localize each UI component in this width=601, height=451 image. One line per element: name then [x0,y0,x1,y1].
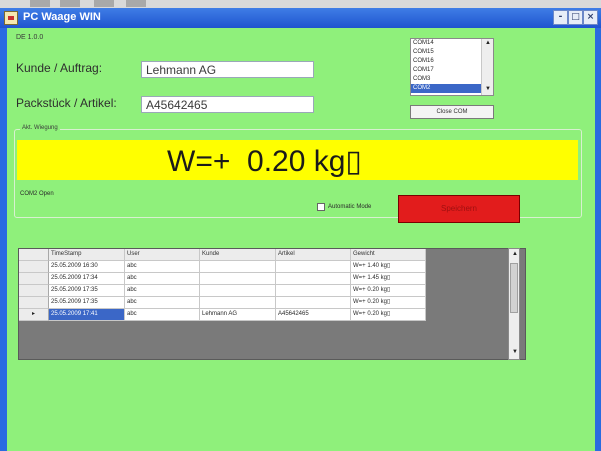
automatic-mode-checkbox[interactable] [317,203,325,211]
customer-input[interactable]: Lehmann AG [141,61,314,78]
cell-user[interactable]: abc [125,297,200,309]
cell-artikel[interactable] [276,285,351,297]
com-list-scrollbar[interactable]: ▲ ▼ [481,39,493,95]
version-label: DE 1.0.0 [16,34,44,41]
row-header[interactable] [19,261,49,273]
window-frame-left [0,28,7,451]
cell-artikel[interactable]: A45642465 [276,309,351,321]
row-header-corner [19,249,49,261]
cell-gewicht[interactable]: W=+ 0.20 kg▯ [351,309,426,321]
table-scrollbar[interactable]: ▲ ▼ [508,248,520,360]
maximize-button[interactable]: □ [568,10,583,25]
weighing-history-table[interactable]: TimeStamp User Kunde Artikel Gewicht 25.… [18,248,526,360]
row-header[interactable] [19,273,49,285]
scroll-down-icon[interactable]: ▼ [512,349,518,355]
cell-user[interactable]: abc [125,285,200,297]
cell-artikel[interactable] [276,261,351,273]
title-bar[interactable]: PC Waage WIN - □ × [0,8,601,28]
window-title: PC Waage WIN [23,11,101,23]
column-header-gewicht[interactable]: Gewicht [351,249,426,261]
row-header[interactable] [19,297,49,309]
cell-gewicht[interactable]: W=+ 0.20 kg▯ [351,297,426,309]
cell-gewicht[interactable]: W=+ 1.45 kg▯ [351,273,426,285]
cell-artikel[interactable] [276,273,351,285]
cell-kunde[interactable]: Lehmann AG [200,309,276,321]
scroll-down-icon[interactable]: ▼ [485,86,491,93]
save-button[interactable]: Speichern [398,195,520,223]
row-header[interactable] [19,285,49,297]
cell-kunde[interactable] [200,261,276,273]
cell-kunde[interactable] [200,297,276,309]
cell-kunde[interactable] [200,285,276,297]
cell-timestamp[interactable]: 25.05.2009 17:34 [49,273,125,285]
weight-reading: W=+ 0.20 kg▯ [167,145,362,178]
scale-app-icon [4,11,18,25]
connection-status: COM2 Open [20,191,54,197]
cell-user[interactable]: abc [125,273,200,285]
client-area [7,28,595,451]
cell-gewicht[interactable]: W=+ 0.20 kg▯ [351,285,426,297]
scroll-up-icon[interactable]: ▲ [485,40,491,47]
minimize-button[interactable]: - [553,10,568,25]
window-frame-right [595,28,601,451]
taskbar-strip [0,0,601,8]
package-label: Packstück / Artikel: [16,96,117,110]
cell-user[interactable]: abc [125,309,200,321]
cell-artikel[interactable] [276,297,351,309]
weighing-group-label: Akt. Wiegung [20,125,60,131]
package-input[interactable]: A45642465 [141,96,314,113]
column-header-timestamp[interactable]: TimeStamp [49,249,125,261]
cell-timestamp[interactable]: 25.05.2009 17:35 [49,285,125,297]
cell-kunde[interactable] [200,273,276,285]
current-row-marker-icon[interactable]: ▸ [19,309,49,321]
scroll-up-icon[interactable]: ▲ [512,251,518,257]
column-header-kunde[interactable]: Kunde [200,249,276,261]
close-com-button[interactable]: Close COM [410,105,494,119]
cell-gewicht[interactable]: W=+ 1.40 kg▯ [351,261,426,273]
customer-label: Kunde / Auftrag: [16,61,103,75]
cell-timestamp[interactable]: 25.05.2009 17:41 [49,309,125,321]
automatic-mode-label: Automatic Mode [328,204,372,210]
close-window-button[interactable]: × [583,10,598,25]
scrollbar-thumb[interactable] [510,263,518,313]
com-port-listbox[interactable]: COM14 COM15 COM16 COM17 COM3 COM2 ▲ ▼ [410,38,494,96]
application-window: PC Waage WIN - □ × DE 1.0.0 Kunde / Auft… [0,0,601,451]
cell-timestamp[interactable]: 25.05.2009 17:35 [49,297,125,309]
column-header-user[interactable]: User [125,249,200,261]
column-header-artikel[interactable]: Artikel [276,249,351,261]
cell-timestamp[interactable]: 25.05.2009 16:30 [49,261,125,273]
weight-display: W=+ 0.20 kg▯ [17,140,578,180]
cell-user[interactable]: abc [125,261,200,273]
